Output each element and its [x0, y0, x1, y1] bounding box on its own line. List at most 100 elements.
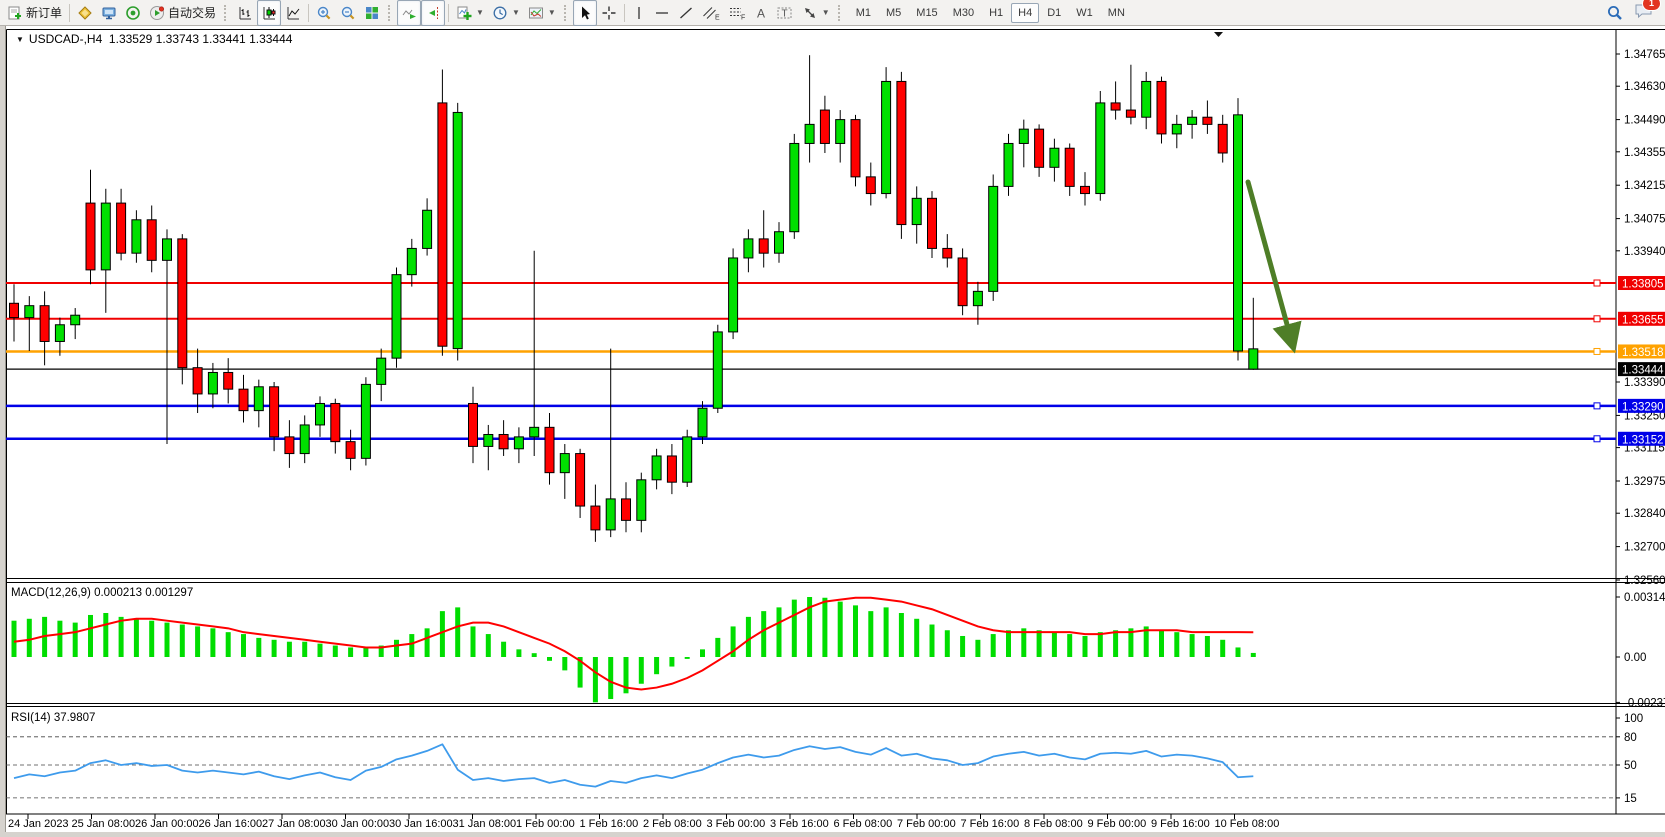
notification-badge: 1	[1642, 0, 1661, 11]
candlestick	[499, 434, 508, 448]
new-order-button[interactable]: 新订单	[3, 0, 66, 26]
price-tick-label: 1.32700	[1624, 542, 1665, 554]
arrows-button[interactable]: ▼	[798, 0, 834, 26]
candlestick	[897, 81, 906, 224]
indicators-button[interactable]: ▼	[452, 0, 488, 26]
one-click-arrow-icon[interactable]	[1214, 32, 1223, 37]
zoom-in-button[interactable]	[312, 0, 336, 26]
candlestick	[729, 258, 738, 332]
templates-button[interactable]: ▼	[524, 0, 560, 26]
timeframe-M5[interactable]: M5	[879, 3, 908, 23]
text-label-button[interactable]: T	[772, 0, 798, 26]
hline-handle[interactable]	[1594, 316, 1600, 322]
timeframe-D1[interactable]: D1	[1040, 3, 1068, 23]
candlestick	[377, 358, 386, 384]
timeframe-M30[interactable]: M30	[946, 3, 981, 23]
channel-button[interactable]: E	[698, 0, 724, 26]
candlestick	[147, 220, 156, 261]
auto-scroll-button[interactable]	[397, 0, 421, 26]
dropdown-caret: ▼	[548, 8, 556, 17]
hline-price-badge-label: 1.33805	[1622, 279, 1664, 291]
zoom-out-icon	[340, 5, 356, 21]
rsi-indicator-label: RSI(14) 37.9807	[11, 712, 95, 724]
new-order-icon	[7, 5, 23, 21]
time-label: 30 Jan 00:00	[326, 818, 390, 830]
toolbar-grip	[564, 5, 569, 21]
time-label: 3 Feb 16:00	[770, 818, 829, 830]
candlestick	[453, 112, 462, 348]
blue-monitor-button[interactable]	[97, 0, 121, 26]
timeframe-H1[interactable]: H1	[982, 3, 1010, 23]
chart-window[interactable]: 1.347651.346301.344901.343551.342151.340…	[6, 26, 1665, 832]
candlestick	[178, 239, 187, 368]
candlestick	[759, 239, 768, 253]
separator	[448, 4, 449, 22]
candlestick-button[interactable]	[257, 0, 281, 26]
candlestick	[1234, 115, 1243, 351]
annotation-arrow[interactable]	[1248, 182, 1291, 339]
blue-monitor-icon	[101, 5, 117, 21]
hline-handle[interactable]	[1594, 403, 1600, 409]
zoom-out-button[interactable]	[336, 0, 360, 26]
hline-price-badge-label: 1.33152	[1622, 434, 1664, 446]
candlestick	[530, 427, 539, 437]
timeframe-W1[interactable]: W1	[1069, 3, 1100, 23]
horizontal-line-button[interactable]	[650, 0, 674, 26]
chart-title-collapse-icon[interactable]: ▼	[16, 35, 24, 44]
time-label: 24 Jan 2023	[8, 818, 69, 830]
chart-shift-button[interactable]	[421, 0, 445, 26]
candlestick	[1096, 103, 1105, 194]
line-chart-button[interactable]	[281, 0, 305, 26]
candlestick	[958, 258, 967, 306]
candlestick	[928, 198, 937, 248]
vertical-line-button[interactable]	[628, 0, 650, 26]
timeframe-MN[interactable]: MN	[1101, 3, 1132, 23]
time-label: 7 Feb 00:00	[897, 818, 956, 830]
timeframe-M15[interactable]: M15	[909, 3, 944, 23]
candlestick	[1218, 124, 1227, 153]
price-tick-label: 1.33390	[1624, 377, 1665, 389]
candlestick	[55, 325, 64, 342]
tile-windows-button[interactable]	[360, 0, 384, 26]
fibonacci-icon: F	[728, 5, 746, 21]
hline-handle[interactable]	[1594, 436, 1600, 442]
candlestick	[1142, 81, 1151, 117]
price-tick-label: 1.32840	[1624, 508, 1665, 520]
tile-windows-icon	[364, 5, 380, 21]
auto-scroll-icon	[401, 5, 417, 21]
hline-price-badge-label: 1.33518	[1622, 347, 1664, 359]
separator	[624, 4, 625, 22]
timeframe-M1[interactable]: M1	[849, 3, 878, 23]
candlestick	[836, 120, 845, 144]
gold-diamond-button[interactable]	[73, 0, 97, 26]
separator	[308, 4, 309, 22]
bar-chart-button[interactable]	[233, 0, 257, 26]
candlestick	[1203, 117, 1212, 124]
hline-price-badge-label: 1.33444	[1622, 365, 1664, 377]
candlestick	[71, 315, 80, 325]
clock-icon	[492, 5, 508, 21]
autotrade-button[interactable]: 自动交易	[145, 0, 220, 26]
hline-handle[interactable]	[1594, 348, 1600, 354]
search-icon[interactable]	[1606, 4, 1624, 22]
rsi-tick-label: 80	[1624, 732, 1637, 744]
fibonacci-button[interactable]: F	[724, 0, 750, 26]
price-tick-label: 1.34630	[1624, 81, 1665, 93]
time-label: 1 Feb 00:00	[516, 818, 575, 830]
candlestick	[1019, 129, 1028, 143]
green-signal-button[interactable]	[121, 0, 145, 26]
trendline-button[interactable]	[674, 0, 698, 26]
chart-canvas[interactable]: 1.347651.346301.344901.343551.342151.340…	[6, 26, 1665, 832]
candlestick	[1172, 124, 1181, 134]
crosshair-button[interactable]	[597, 0, 621, 26]
notification-button[interactable]: 1	[1634, 1, 1654, 24]
crosshair-icon	[601, 5, 617, 21]
hline-handle[interactable]	[1594, 280, 1600, 286]
candlestick	[744, 239, 753, 258]
timeframe-H4[interactable]: H4	[1011, 3, 1039, 23]
text-button[interactable]: A	[750, 0, 772, 26]
candlestick	[254, 387, 263, 411]
time-label: 3 Feb 00:00	[707, 818, 766, 830]
periods-button[interactable]: ▼	[488, 0, 524, 26]
cursor-button[interactable]	[573, 0, 597, 26]
